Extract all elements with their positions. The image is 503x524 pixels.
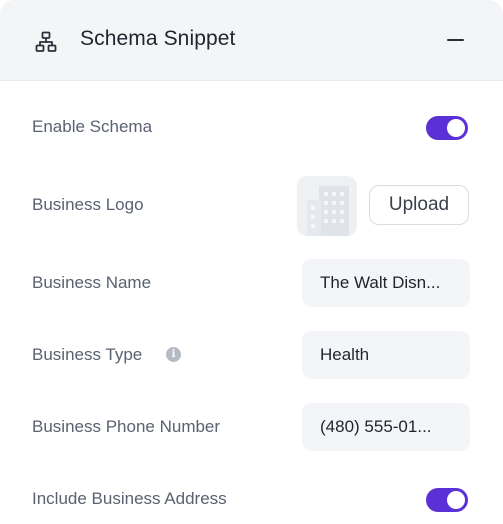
toggle-knob	[447, 491, 465, 509]
business-phone-field[interactable]: (480) 555-01...	[302, 403, 470, 451]
info-icon[interactable]: i	[166, 347, 181, 362]
toggle-knob	[447, 119, 465, 137]
building-icon	[307, 186, 349, 236]
sitemap-icon	[35, 31, 57, 52]
business-name-label: Business Name	[32, 273, 152, 292]
business-phone-label: Business Phone Number	[32, 417, 221, 436]
panel-title: Schema Snippet	[80, 27, 236, 50]
enable-schema-toggle[interactable]	[426, 116, 468, 140]
schema-snippet-panel: Schema Snippet Enable Schema Business Lo…	[0, 0, 503, 524]
include-address-toggle[interactable]	[426, 488, 468, 512]
upload-button[interactable]: Upload	[369, 185, 469, 225]
business-type-field[interactable]: Health	[302, 331, 470, 379]
enable-schema-label: Enable Schema	[32, 117, 153, 136]
panel-header[interactable]: Schema Snippet	[0, 0, 503, 81]
business-name-field[interactable]: The Walt Disn...	[302, 259, 470, 307]
business-logo-label: Business Logo	[32, 195, 144, 214]
business-type-label: Business Type	[32, 345, 143, 364]
include-address-label: Include Business Address	[32, 489, 227, 508]
minus-icon[interactable]	[438, 29, 472, 51]
business-logo-preview	[297, 176, 357, 236]
